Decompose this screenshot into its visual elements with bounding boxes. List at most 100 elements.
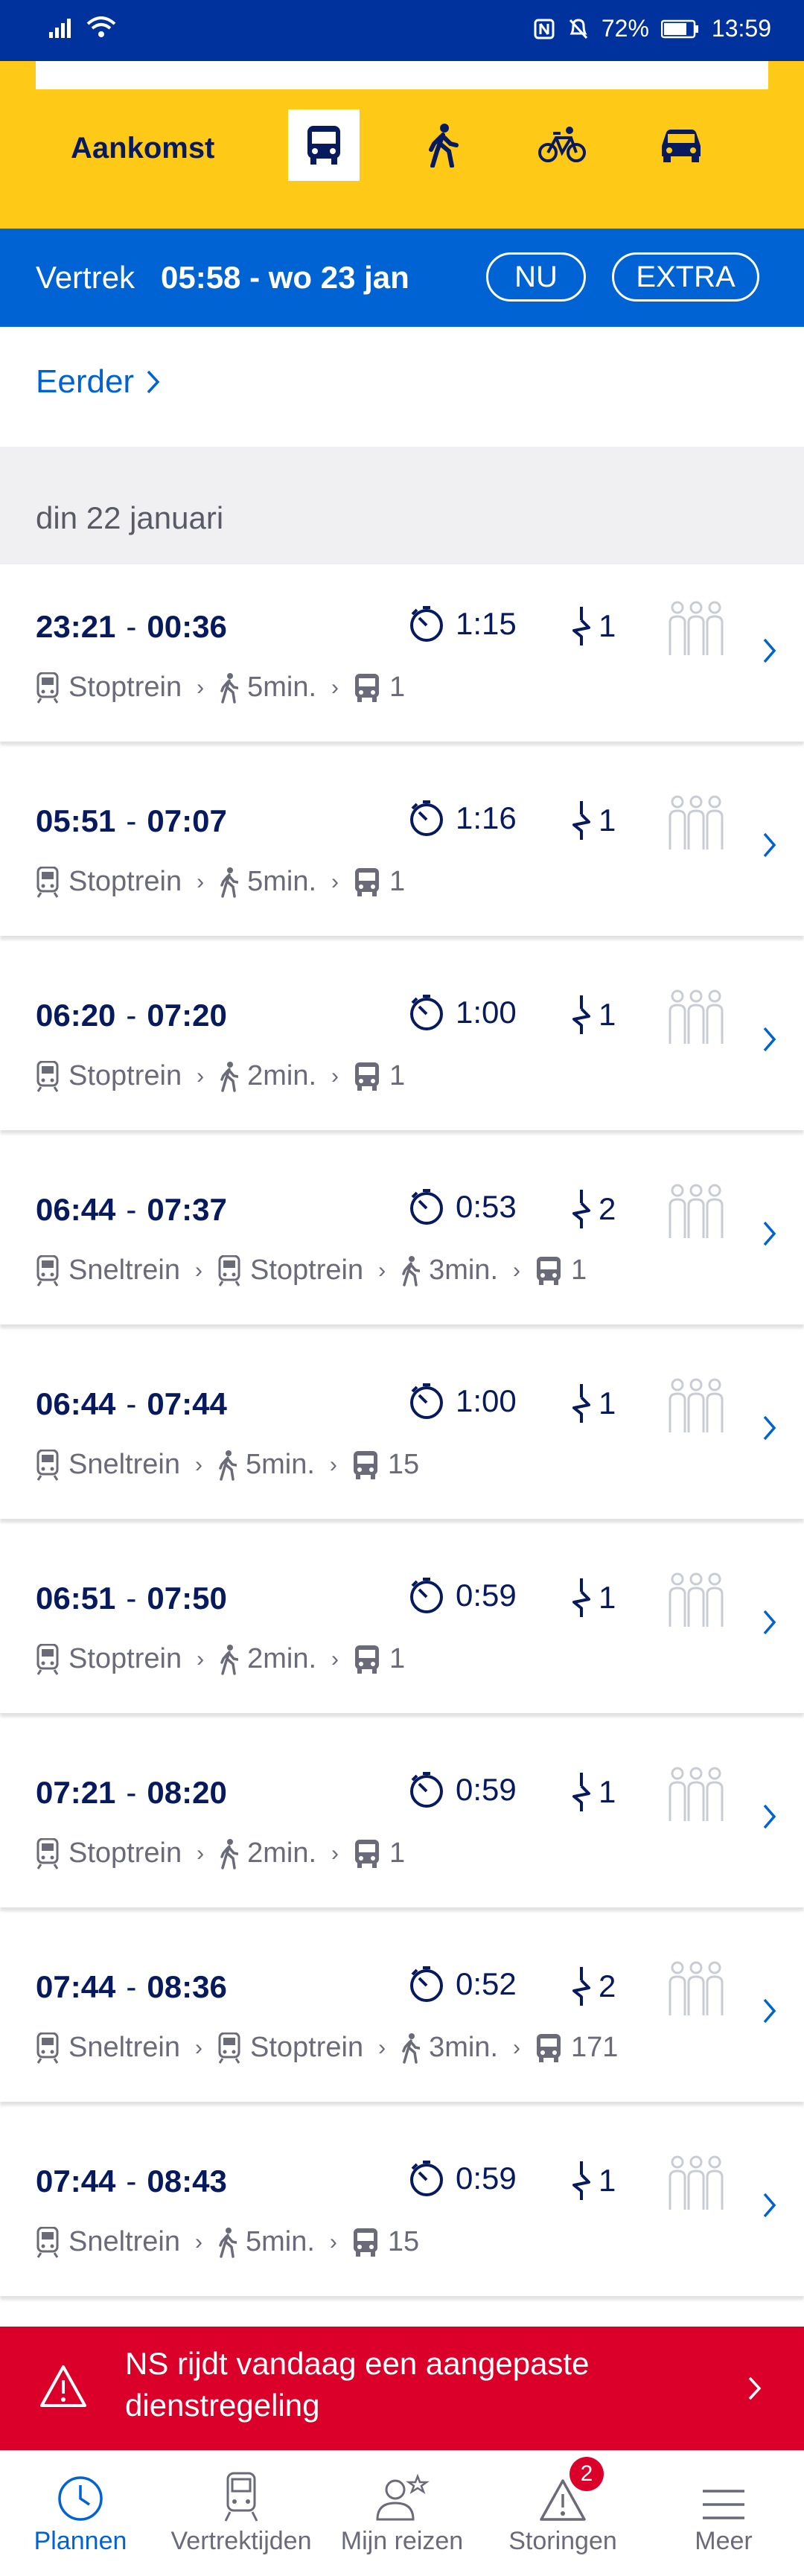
leg-label: 3min.: [429, 2032, 498, 2063]
trip-card[interactable]: 06:51-07:50 0:59 1 Stoptrein › 2min. › 1: [0, 1536, 804, 1713]
trip-legs: Sneltrein › 5min. › 15: [36, 2226, 419, 2258]
transfers-count: 1: [599, 608, 616, 643]
trip-transfers: 1: [570, 800, 616, 841]
transfers-count: 1: [599, 1580, 616, 1615]
battery-icon: [660, 19, 698, 38]
trip-card[interactable]: 07:44-08:43 0:59 1 Sneltrein › 5min. › 15: [0, 2119, 804, 2296]
bus-icon: [355, 867, 380, 896]
trip-card[interactable]: 07:44-08:36 0:52 2 Sneltrein › Stoptrein › 3min…: [0, 1925, 804, 2102]
trip-card[interactable]: 23:21-00:36 1:15 1 Stoptrein › 5min. › 1: [0, 564, 804, 742]
departure-label: Vertrek: [36, 260, 135, 295]
trip-leg: 3min.: [401, 2032, 498, 2064]
chevron-right-icon: [763, 1804, 776, 1829]
trip-card[interactable]: 06:44-07:37 0:53 2 Sneltrein › Stoptrein › 3min…: [0, 1147, 804, 1324]
walk-icon: [220, 1838, 239, 1869]
tab-label: Plannen: [34, 2527, 127, 2555]
trip-leg: Stoptrein: [217, 2032, 363, 2064]
mode-bus-button[interactable]: [288, 109, 360, 181]
crowd-indicator-icon: [669, 1378, 724, 1432]
leg-separator-icon: ›: [329, 2229, 337, 2254]
bus-icon: [355, 1839, 380, 1868]
now-button[interactable]: NU: [486, 252, 586, 302]
tab-vertrektijden[interactable]: Vertrektijden: [161, 2451, 322, 2576]
trip-leg: Stoptrein: [217, 1254, 363, 1287]
tab-plannen[interactable]: Plannen: [0, 2451, 161, 2576]
trip-card[interactable]: 05:51-07:07 1:16 1 Stoptrein › 5min. › 1: [0, 759, 804, 936]
trip-card[interactable]: 06:44-07:44 1:00 1 Sneltrein › 5min. › 15: [0, 1342, 804, 1519]
trip-transfers: 1: [570, 1383, 616, 1424]
walk-icon: [220, 867, 239, 898]
day-header: din 22 januari: [0, 447, 804, 564]
duration-value: 0:53: [456, 1189, 517, 1224]
transfers-count: 1: [599, 803, 616, 838]
stopwatch-icon: [410, 2161, 443, 2196]
leg-label: 1: [571, 1254, 587, 1286]
earlier-label: Eerder: [36, 363, 135, 400]
mode-car-button[interactable]: [645, 109, 717, 181]
trip-leg: 171: [535, 2032, 618, 2064]
trip-duration: 0:59: [408, 2160, 517, 2197]
day-header-label: din 22 januari: [36, 500, 224, 535]
stopwatch-icon: [410, 1966, 443, 2002]
chevron-right-icon: [763, 638, 776, 663]
trip-leg: 5min.: [217, 1449, 315, 1481]
trip-duration: 1:15: [408, 605, 517, 643]
time-dash: -: [126, 803, 137, 838]
status-bar: 72% 13:59: [0, 0, 804, 61]
bottom-tab-bar: Plannen Vertrektijden Mijn reizen 2 Stor…: [0, 2450, 804, 2576]
trip-transfers: 1: [570, 994, 616, 1036]
arrival-time: 07:20: [147, 998, 227, 1033]
bus-icon: [355, 1062, 380, 1091]
trip-legs: Stoptrein › 2min. › 1: [36, 1643, 405, 1675]
disruption-alert-banner[interactable]: NS rijdt vandaag een aangepaste dienstre…: [0, 2327, 804, 2450]
trip-card[interactable]: 07:21-08:20 0:59 1 Stoptrein › 2min. › 1: [0, 1730, 804, 1907]
arrival-time: 07:37: [147, 1192, 227, 1227]
leg-separator-icon: ›: [513, 2035, 520, 2060]
transfer-icon: [572, 1578, 590, 1617]
menu-icon: [703, 2490, 744, 2519]
transfers-count: 1: [599, 1386, 616, 1421]
leg-label: 171: [571, 2032, 619, 2063]
extra-button[interactable]: EXTRA: [612, 252, 759, 302]
bus-icon: [537, 1256, 561, 1285]
leg-separator-icon: ›: [197, 1840, 205, 1866]
departure-datetime[interactable]: 05:58 - wo 23 jan: [161, 260, 409, 296]
bus-icon: [307, 126, 340, 165]
destination-input-strip[interactable]: [36, 61, 768, 89]
chevron-right-icon: [763, 2193, 776, 2218]
mode-selector: Aankomst: [0, 61, 804, 229]
transfers-count: 2: [599, 1968, 616, 2003]
tab-meer[interactable]: Meer: [643, 2451, 804, 2576]
tab-storingen[interactable]: 2 Storingen: [482, 2451, 643, 2576]
mode-walk-button[interactable]: [407, 109, 479, 181]
earlier-link[interactable]: Eerder: [36, 363, 161, 401]
leg-separator-icon: ›: [194, 1452, 202, 1477]
trip-transfers: 1: [570, 2160, 616, 2202]
chevron-right-icon: [147, 370, 160, 394]
chevron-right-icon: [763, 1415, 776, 1441]
leg-separator-icon: ›: [197, 675, 205, 700]
tab-mijn-reizen[interactable]: Mijn reizen: [322, 2451, 482, 2576]
trip-legs: Sneltrein › 5min. › 15: [36, 1449, 419, 1481]
departure-time: 07:44: [36, 1969, 116, 2004]
trip-leg: 1: [354, 1643, 405, 1675]
duration-value: 0:59: [456, 1772, 517, 1807]
trip-leg: 2min.: [219, 1060, 316, 1092]
wifi-icon: [86, 16, 116, 37]
arrival-label[interactable]: Aankomst: [71, 132, 214, 165]
leg-separator-icon: ›: [329, 1452, 337, 1477]
departure-time: 23:21: [36, 609, 116, 644]
chevron-right-icon: [763, 1221, 776, 1246]
leg-label: 5min.: [245, 2226, 315, 2257]
leg-label: Stoptrein: [68, 672, 182, 703]
trip-card[interactable]: 06:20-07:20 1:00 1 Stoptrein › 2min. › 1: [0, 953, 804, 1130]
trip-times: 06:20-07:20: [36, 998, 227, 1033]
trip-duration: 0:52: [408, 1966, 517, 2003]
trip-leg: Sneltrein: [36, 1254, 180, 1287]
trip-duration: 0:53: [408, 1188, 517, 1225]
leg-label: 5min.: [247, 866, 317, 897]
trip-leg: 15: [352, 1449, 419, 1481]
mode-bike-button[interactable]: [526, 109, 598, 181]
departure-bar[interactable]: Vertrek 05:58 - wo 23 jan NU EXTRA: [0, 229, 804, 327]
leg-separator-icon: ›: [331, 869, 339, 894]
